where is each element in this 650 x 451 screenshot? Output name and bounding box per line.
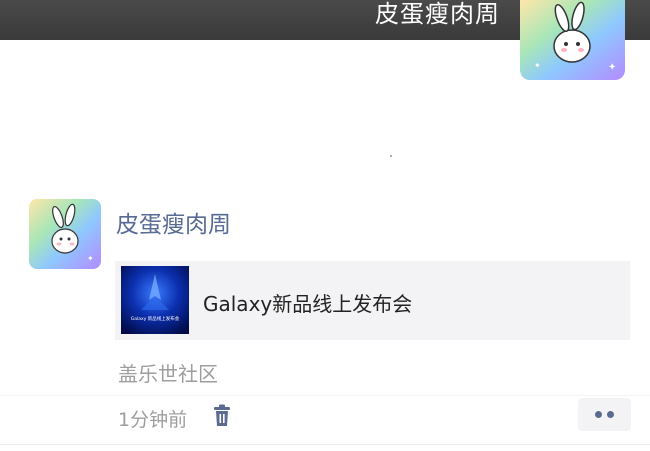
svg-text:✦: ✦ — [534, 61, 541, 70]
svg-text:✦: ✦ — [87, 254, 94, 263]
thumbnail-caption: Galaxy 新品线上发布会 — [131, 315, 180, 322]
divider — [0, 395, 650, 396]
dot-left — [595, 411, 602, 418]
dot-right — [607, 411, 614, 418]
shared-link-card[interactable]: Galaxy 新品线上发布会 Galaxy新品线上发布会 — [115, 261, 630, 340]
link-thumbnail: Galaxy 新品线上发布会 — [121, 266, 189, 334]
profile-avatar[interactable]: ✦ ✦ — [520, 0, 625, 80]
svg-text:✦: ✦ — [608, 62, 616, 73]
post-author-avatar[interactable]: ✦ — [29, 199, 101, 269]
post-location[interactable]: 盖乐世社区 — [118, 358, 218, 387]
link-title: Galaxy新品线上发布会 — [203, 292, 413, 316]
post-author-name[interactable]: 皮蛋瘦肉周 — [116, 205, 231, 239]
bottom-divider — [0, 444, 650, 445]
post-time: 1分钟前 — [118, 409, 188, 431]
cover-nickname[interactable]: 皮蛋瘦肉周 — [375, 0, 500, 28]
decorative-dot — [390, 155, 392, 157]
more-dots-icon[interactable] — [578, 398, 631, 431]
trash-icon[interactable] — [211, 404, 233, 428]
